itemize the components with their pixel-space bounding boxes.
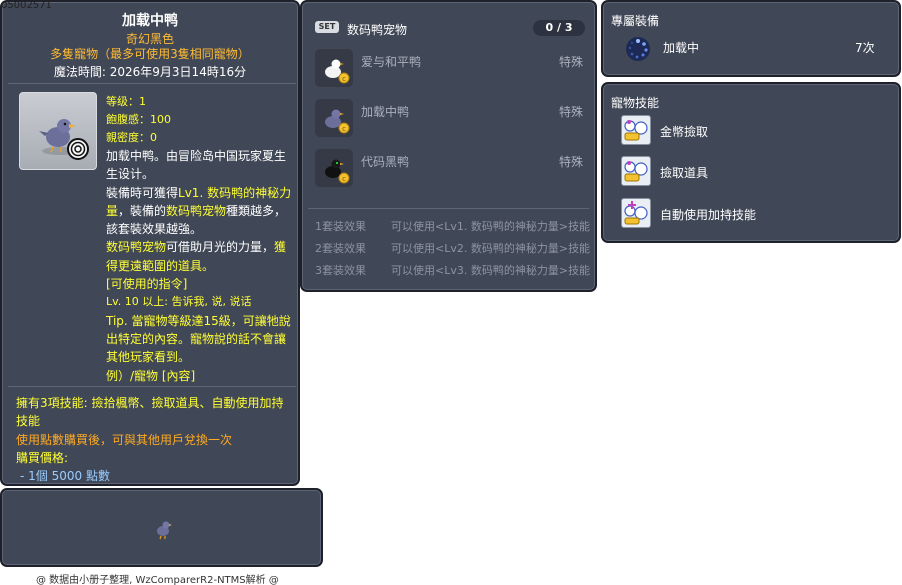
set-effect-label: 2套装效果 xyxy=(315,242,366,255)
set-badge: SET xyxy=(315,21,339,33)
set-item-name: 爱与和平鸭 xyxy=(361,55,422,69)
pet-fullness: 飽腹感：100 xyxy=(106,113,171,126)
love-peace-duck-icon: c xyxy=(315,49,353,87)
loading-duck-icon: c xyxy=(315,99,353,137)
item-tooltip: 加载中鸭 奇幻黑色 多隻寵物（最多可使用3隻相同寵物） 魔法時間: 2026年9… xyxy=(0,0,300,486)
skill-name: 撿取道具 xyxy=(660,166,709,180)
skill-meso-pickup[interactable]: 金幣撿取 xyxy=(621,115,881,147)
loading-duck-icon xyxy=(39,119,89,160)
divider xyxy=(8,83,296,84)
equip-name: 加载中 xyxy=(663,41,700,55)
svg-text:c: c xyxy=(342,175,346,183)
pet-level: 等级：1 xyxy=(106,95,146,108)
skill-name: 自動使用加持技能 xyxy=(660,208,757,222)
set-count: 0 / 3 xyxy=(533,20,585,36)
price-value: - 1個 5000 點數 xyxy=(20,469,110,484)
exclusive-equip-panel: 專屬裝備 加载中 7次 xyxy=(601,0,901,77)
set-effect-text: 可以使用<Lv2. 数码鸭的神秘力量>技能 xyxy=(391,242,591,255)
set-effect: 3套装效果 可以使用<Lv3. 数码鸭的神秘力量>技能 xyxy=(315,262,590,278)
desc-intro: 加载中鸭。由冒险岛中国玩家夏生生设计。 xyxy=(106,149,287,182)
set-panel: SET 数码鸭宠物 0 / 3 c 爱与和平鸭 特殊 c 加载中鸭 特殊 c 代… xyxy=(300,0,597,292)
set-item-type: 特殊 xyxy=(558,55,583,69)
data-credit: @ 数据由小册子整理, WzComparerR2-NTMS解析 @ xyxy=(36,575,279,585)
set-item-name: 代码黑鸭 xyxy=(361,155,410,169)
set-title: 数码鸭宠物 xyxy=(347,23,408,37)
equip-count: 7次 xyxy=(855,41,875,55)
desc-set-info: 裝備時可獲得Lv1. 数码鸭的神秘力量，裝備的数码鸭宠物種類越多，該套裝效果越強… xyxy=(106,185,292,237)
svg-text:c: c xyxy=(342,75,346,83)
item-expire: 魔法時間: 2026年9月3日14時16分 xyxy=(53,65,247,79)
set-item[interactable]: c 代码黑鸭 特殊 xyxy=(315,149,591,189)
exchange-info: 使用點數購買後，可與其他用戶兌換一次 xyxy=(16,432,233,447)
set-effect-label: 1套装效果 xyxy=(315,220,366,233)
set-item[interactable]: c 爱与和平鸭 特殊 xyxy=(315,49,591,89)
set-item-name: 加载中鸭 xyxy=(361,105,410,119)
divider xyxy=(308,208,589,209)
command-header: [可使用的指令] xyxy=(106,277,188,292)
set-effect: 2套装效果 可以使用<Lv2. 数码鸭的神秘力量>技能 xyxy=(315,240,590,256)
example-text: 例）/寵物 [內容] xyxy=(106,368,196,383)
meso-pickup-icon xyxy=(621,115,651,145)
duck-sprite-icon xyxy=(157,521,172,540)
set-effect-text: 可以使用<Lv3. 数码鸭的神秘力量>技能 xyxy=(391,264,591,277)
auto-buff-icon xyxy=(621,198,651,228)
item-title: 加载中鸭 xyxy=(122,13,178,29)
set-item[interactable]: c 加载中鸭 特殊 xyxy=(315,99,591,139)
tip-text: Tip. 當寵物等級達15級，可讓牠說出特定的內容。寵物說的話不會讓其他玩家看到… xyxy=(106,313,291,365)
desc-moonlight: 数码鸭宠物可借助月光的力量，獲得更遠範圍的道具。 xyxy=(106,240,287,273)
set-effect-text: 可以使用<Lv1. 数码鸭的神秘力量>技能 xyxy=(391,220,591,233)
pet-closeness: 親密度：0 xyxy=(106,131,157,144)
set-effect-label: 3套装效果 xyxy=(315,264,366,277)
divider xyxy=(8,386,296,387)
pet-preview-panel xyxy=(0,488,323,567)
item-footer: 擁有3項技能: 撿拾楓幣、撿取道具、自動使用加持技能 使用點數購買後，可與其他用… xyxy=(16,394,292,485)
code-black-duck-icon: c xyxy=(315,149,353,187)
price-label: 購買價格: xyxy=(16,450,69,465)
loading-ring-icon[interactable] xyxy=(625,36,651,62)
item-pickup-icon xyxy=(621,156,651,186)
pet-portrait xyxy=(19,92,97,170)
skills-line: 擁有3項技能: 撿拾楓幣、撿取道具、自動使用加持技能 xyxy=(16,396,284,429)
set-item-type: 特殊 xyxy=(558,105,583,119)
skills-title: 寵物技能 xyxy=(611,96,660,110)
command-text: Lv. 10 以上: 吿诉我, 说, 说话 xyxy=(106,295,252,309)
set-item-type: 特殊 xyxy=(558,155,583,169)
set-effect: 1套装效果 可以使用<Lv1. 数码鸭的神秘力量>技能 xyxy=(315,218,590,234)
equip-title: 專屬裝備 xyxy=(611,14,660,28)
svg-text:c: c xyxy=(342,125,346,133)
skill-name: 金幣撿取 xyxy=(660,125,709,139)
item-multi-pet: 多隻寵物（最多可使用3隻相同寵物） xyxy=(50,47,250,61)
item-id: 05002571 xyxy=(1,0,52,11)
pet-skills-panel: 寵物技能 金幣撿取 撿取道具 自動使用加持技能 xyxy=(601,82,901,243)
skill-auto-buff[interactable]: 自動使用加持技能 xyxy=(621,198,881,230)
skill-item-pickup[interactable]: 撿取道具 xyxy=(621,156,881,188)
item-description: 加载中鸭。由冒险岛中国玩家夏生生设计。 裝備時可獲得Lv1. 数码鸭的神秘力量，… xyxy=(106,147,292,385)
